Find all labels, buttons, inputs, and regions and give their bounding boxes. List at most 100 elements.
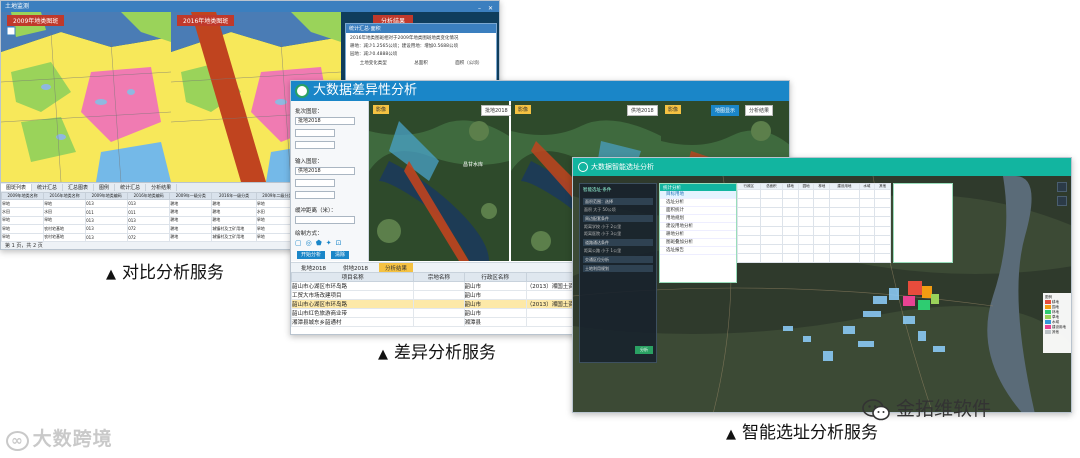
tab-list[interactable]: 图斑列表	[1, 184, 33, 191]
map-place-label: 昌甘水库	[463, 162, 484, 168]
menu-item[interactable]: 耕地分析	[660, 231, 736, 239]
menu-item[interactable]: 选址分析	[660, 199, 736, 207]
column-header[interactable]: 2009年地类名称	[1, 192, 45, 200]
table-cell	[874, 207, 891, 218]
table-row[interactable]	[737, 252, 891, 264]
column-header[interactable]: 2009年地类编码	[85, 192, 129, 200]
table-cell	[829, 216, 860, 227]
table-row[interactable]	[737, 198, 891, 209]
menu-item[interactable]: 选址报告	[660, 247, 736, 255]
map-btn-imagery-3[interactable]: 影像	[665, 105, 682, 114]
table-cell	[874, 188, 891, 200]
layer-a-subselect[interactable]	[295, 129, 335, 137]
table-cell	[829, 252, 860, 264]
table-cell	[413, 308, 465, 318]
condition-group[interactable]: 交通区位分析	[583, 256, 653, 263]
run-analysis-button[interactable]: 分析	[635, 346, 653, 354]
draw-tool-icons[interactable]: ▢◎⬟✦⊡	[295, 239, 346, 247]
table-cell	[759, 252, 784, 264]
column-header[interactable]: 2016年地类名称	[43, 192, 87, 200]
tab-legend[interactable]: 图例	[94, 184, 116, 191]
table-cell: 旱地	[1, 198, 45, 209]
table-row[interactable]	[737, 216, 891, 227]
brand-logo-icon: ∞	[6, 431, 29, 451]
table-row[interactable]	[737, 243, 891, 254]
tab-summary[interactable]: 统计汇总	[32, 184, 64, 191]
column-header[interactable]: 行政区名称	[463, 272, 527, 282]
menu-item[interactable]: 图斑叠加分析	[660, 239, 736, 247]
column-header[interactable]: 项目名称	[291, 272, 415, 282]
caption-difference-text: 差异分析服务	[394, 343, 496, 363]
condition-row[interactable]: 距离学校 小于 2公里	[584, 224, 652, 230]
measure-tool-icon[interactable]	[1057, 196, 1067, 206]
tab-result[interactable]: 分析结果	[146, 184, 178, 191]
map-btn-imagery-2[interactable]: 影像	[515, 105, 532, 114]
table-cell	[759, 207, 784, 218]
menu-item[interactable]: 面积统计	[660, 207, 736, 215]
table-cell	[782, 216, 799, 227]
layer-a-select[interactable]: 批地2018	[295, 117, 355, 125]
condition-row[interactable]: 距离公路 小于 1公里	[584, 248, 652, 254]
table-cell: 072	[127, 224, 171, 234]
table-cell: 旱地	[43, 215, 87, 226]
summary-dialog-title: 统计汇总·面积	[346, 24, 496, 33]
clear-button[interactable]: 清除	[331, 251, 350, 259]
condition-group[interactable]: 道路通达条件	[583, 239, 653, 246]
table-cell	[874, 225, 891, 236]
legend-label: 水域	[1052, 320, 1059, 324]
column-header[interactable]: 2009年一级分类	[169, 192, 213, 200]
table-cell: 韶山市	[463, 290, 527, 300]
map-btn-layer-a[interactable]: 批地2018	[481, 105, 512, 116]
triangle-icon: ▲	[106, 267, 116, 282]
tab-chart[interactable]: 汇总图表	[63, 184, 95, 191]
condition-row[interactable]: 面积 大于 50公顷	[584, 207, 652, 213]
column-header[interactable]: 宗地名称	[413, 272, 465, 282]
table-cell	[829, 234, 860, 245]
table-row[interactable]	[737, 225, 891, 236]
menu-item[interactable]: 用地规划	[660, 215, 736, 223]
condition-group[interactable]: 面积范围：选择	[583, 198, 653, 205]
layers-tool-icon[interactable]	[1057, 182, 1067, 192]
menu-item[interactable]: 目标用地	[660, 191, 736, 199]
table-cell	[829, 198, 860, 209]
table-cell: 湘潭县城东乡韶通村	[291, 317, 415, 327]
map-legend: 图例 耕地 园地 林地 草地 水域 建设用地 其他	[1043, 293, 1071, 353]
map-approved-land[interactable]	[369, 101, 509, 261]
table-cell	[858, 225, 876, 236]
analysis-result-button[interactable]: 分析结果	[745, 105, 774, 116]
table-cell: 013	[127, 198, 171, 209]
map-btn-imagery[interactable]: 影像	[373, 105, 390, 114]
condition-row[interactable]: 距离医院 小于 3公里	[584, 231, 652, 237]
column-header[interactable]: 2016年一级分类	[211, 192, 257, 200]
table-cell	[829, 188, 860, 200]
condition-group[interactable]: 周边配套条件	[583, 215, 653, 222]
layer-b-subselect[interactable]	[295, 179, 335, 187]
start-analysis-button[interactable]: 开始分析	[297, 251, 326, 259]
table-cell	[797, 207, 815, 218]
table-row[interactable]	[737, 207, 891, 218]
layer-b-subselect-2[interactable]	[295, 191, 335, 199]
table-cell	[782, 225, 799, 236]
menu-item[interactable]: 建设用地分析	[660, 223, 736, 231]
map-btn-layer-b[interactable]: 供地2018	[627, 105, 658, 116]
diff-window-title: 大数据差异性分析	[313, 83, 418, 98]
tab-summary-2[interactable]: 统计汇总	[115, 184, 147, 191]
buffer-input[interactable]	[295, 216, 355, 224]
table-cell	[797, 188, 815, 200]
table-cell: 耕地	[169, 198, 213, 209]
map-2009-landuse[interactable]	[1, 12, 171, 182]
diff-sidebar: 批次图层： 批地2018 输入图层： 供地2018 缓冲距离（米）： 绘制方式：…	[291, 101, 369, 261]
table-cell	[782, 252, 799, 264]
table-row[interactable]	[737, 188, 891, 200]
table-row[interactable]	[737, 234, 891, 245]
table-cell: 013	[85, 198, 129, 209]
caption-difference: ▲ 差异分析服务	[378, 338, 496, 363]
column-header[interactable]: 2016年地类编码	[127, 192, 171, 200]
layer-b-select[interactable]: 供地2018	[295, 167, 355, 175]
map-display-button[interactable]: 地图显示	[711, 105, 740, 116]
layer-a-subselect-2[interactable]	[295, 141, 335, 149]
table-cell: 耕地	[211, 198, 257, 209]
table-cell	[858, 243, 876, 254]
condition-group[interactable]: 土地利用规划	[583, 265, 653, 272]
table-cell	[858, 234, 876, 245]
